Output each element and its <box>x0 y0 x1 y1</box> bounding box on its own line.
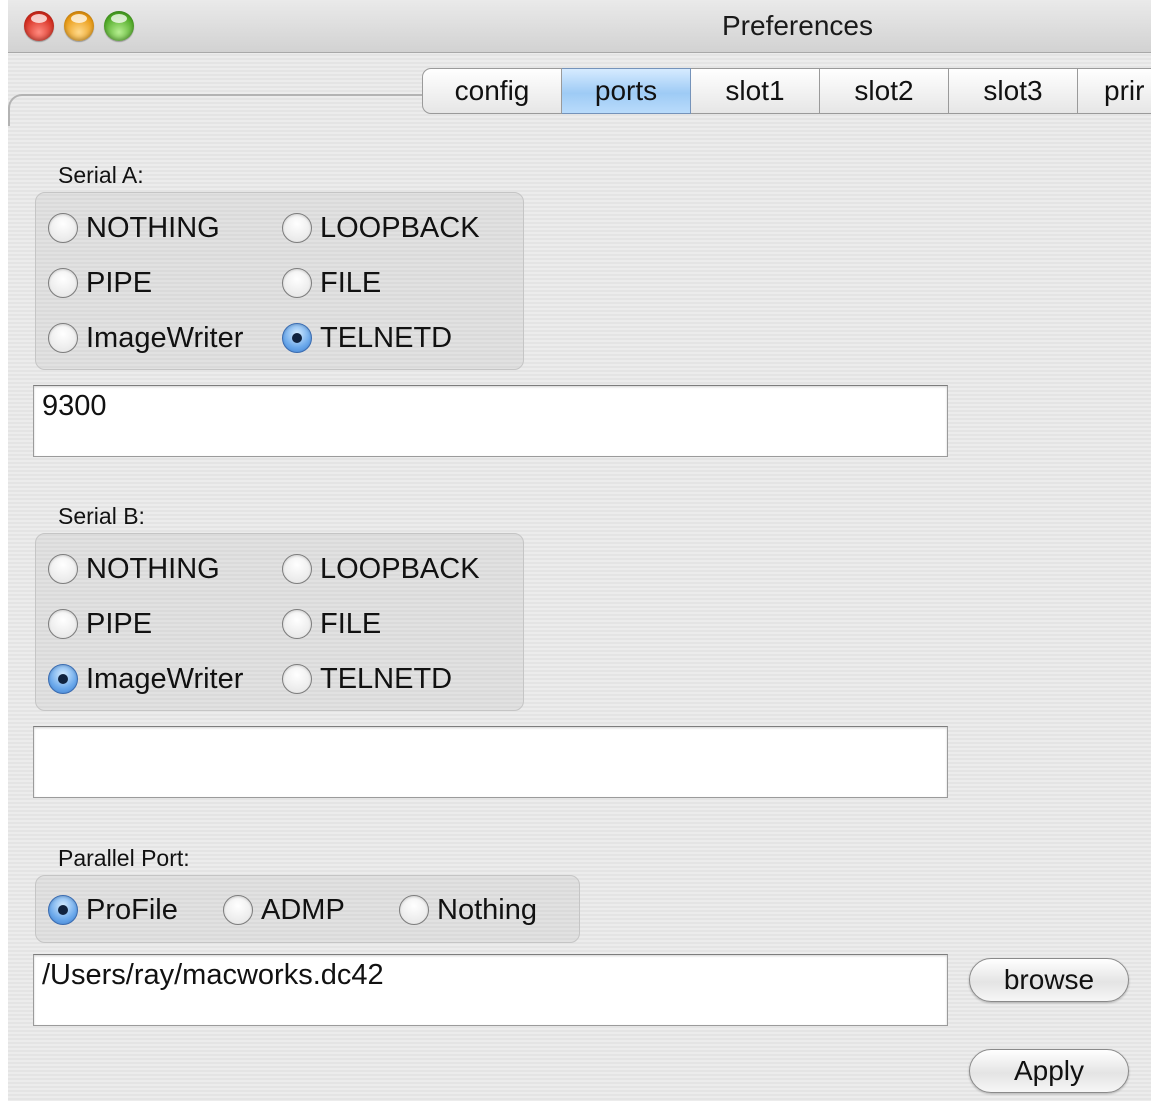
radio-circle-icon <box>48 895 78 925</box>
radio-circle-icon <box>48 323 78 353</box>
serial-b-label: Serial B: <box>58 503 145 529</box>
parallel-path-field[interactable] <box>33 954 948 1026</box>
tab-config[interactable]: config <box>422 68 562 114</box>
browse-button[interactable]: browse <box>969 958 1129 1002</box>
serial-b-nothing-radio[interactable]: NOTHING <box>48 549 220 589</box>
radio-circle-icon <box>282 554 312 584</box>
radio-circle-icon <box>223 895 253 925</box>
serial-a-pipe-radio[interactable]: PIPE <box>48 263 152 303</box>
serial-b-value-field[interactable] <box>33 726 948 798</box>
window-title: Preferences <box>722 10 873 41</box>
radio-circle-icon <box>282 213 312 243</box>
zoom-window-button[interactable] <box>104 11 134 41</box>
radio-circle-icon <box>48 213 78 243</box>
serial-b-file-radio[interactable]: FILE <box>282 604 381 644</box>
radio-circle-icon <box>48 609 78 639</box>
tab-slot3[interactable]: slot3 <box>949 68 1078 114</box>
serial-a-telnetd-radio[interactable]: TELNETD <box>282 318 452 358</box>
parallel-admp-radio[interactable]: ADMP <box>223 890 345 930</box>
radio-circle-icon <box>399 895 429 925</box>
tab-bar: config ports slot1 slot2 slot3 prir <box>422 68 1151 114</box>
serial-a-loopback-radio[interactable]: LOOPBACK <box>282 208 480 248</box>
radio-circle-icon <box>48 664 78 694</box>
serial-b-imagewriter-radio[interactable]: ImageWriter <box>48 659 243 699</box>
minimize-window-button[interactable] <box>64 11 94 41</box>
parallel-port-label: Parallel Port: <box>58 845 190 871</box>
serial-a-label: Serial A: <box>58 162 144 188</box>
serial-a-file-radio[interactable]: FILE <box>282 263 381 303</box>
radio-circle-icon <box>48 554 78 584</box>
serial-a-imagewriter-radio[interactable]: ImageWriter <box>48 318 243 358</box>
serial-a-nothing-radio[interactable]: NOTHING <box>48 208 220 248</box>
apply-button[interactable]: Apply <box>969 1049 1129 1093</box>
tab-slot1[interactable]: slot1 <box>691 68 820 114</box>
tab-panel-border <box>8 94 440 126</box>
tab-printer[interactable]: prir <box>1078 68 1151 114</box>
serial-b-group: NOTHING LOOPBACK PIPE FILE ImageWriter T… <box>35 533 524 711</box>
radio-circle-icon <box>282 609 312 639</box>
radio-circle-icon <box>282 323 312 353</box>
serial-b-telnetd-radio[interactable]: TELNETD <box>282 659 452 699</box>
title-bar[interactable]: Preferences <box>8 0 1151 53</box>
radio-circle-icon <box>282 664 312 694</box>
tab-ports[interactable]: ports <box>562 68 691 114</box>
serial-b-loopback-radio[interactable]: LOOPBACK <box>282 549 480 589</box>
radio-circle-icon <box>282 268 312 298</box>
radio-circle-icon <box>48 268 78 298</box>
parallel-profile-radio[interactable]: ProFile <box>48 890 178 930</box>
tab-slot2[interactable]: slot2 <box>820 68 949 114</box>
serial-a-value-field[interactable] <box>33 385 948 457</box>
serial-a-group: NOTHING LOOPBACK PIPE FILE ImageWriter T… <box>35 192 524 370</box>
parallel-port-group: ProFile ADMP Nothing <box>35 875 580 943</box>
serial-b-pipe-radio[interactable]: PIPE <box>48 604 152 644</box>
parallel-nothing-radio[interactable]: Nothing <box>399 890 537 930</box>
close-window-button[interactable] <box>24 11 54 41</box>
preferences-window: Preferences config ports slot1 slot2 slo… <box>8 0 1151 1101</box>
